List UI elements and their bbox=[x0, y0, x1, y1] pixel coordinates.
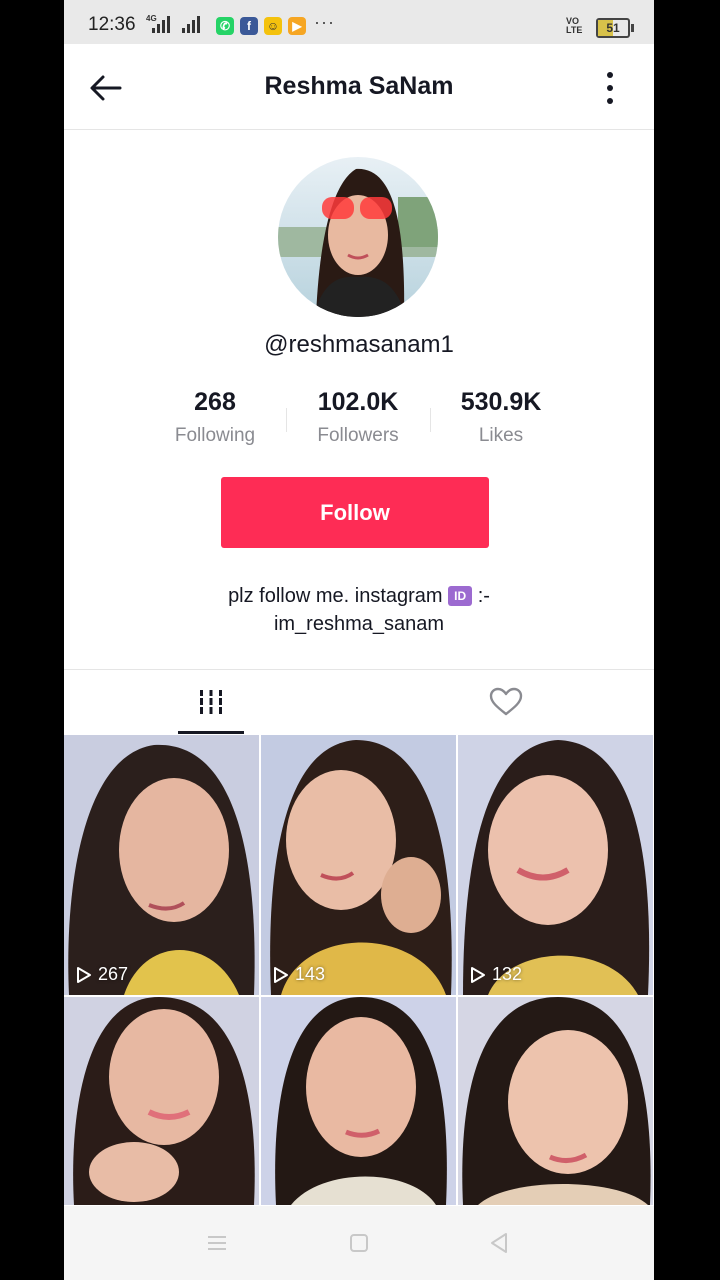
bio-suffix: :- bbox=[477, 585, 490, 607]
play-icon bbox=[274, 966, 288, 983]
stat-followers[interactable]: 102.0K Followers bbox=[288, 388, 428, 447]
followers-count: 102.0K bbox=[317, 388, 399, 416]
stat-following[interactable]: 268 Following bbox=[145, 388, 285, 447]
facebook-icon: f bbox=[240, 17, 258, 35]
app-screen: 12:36 4G ✆ f ☺ ▶ ··· VO LTE 51 Reshma Sa… bbox=[64, 0, 654, 1280]
page-title: Reshma SaNam bbox=[264, 72, 454, 100]
following-label: Following bbox=[174, 425, 256, 446]
volte-icon: VO LTE bbox=[566, 16, 583, 35]
view-count: 267 bbox=[76, 964, 128, 985]
profile-header: Reshma SaNam bbox=[64, 44, 654, 130]
id-emoji-icon: ID bbox=[448, 586, 473, 606]
back-triangle-icon[interactable] bbox=[487, 1231, 511, 1255]
battery-icon: 51 bbox=[596, 18, 634, 38]
profile-bio: plz follow me. instagram ID :- im_reshma… bbox=[64, 582, 654, 638]
likes-label: Likes bbox=[478, 425, 524, 446]
whatsapp-icon: ✆ bbox=[216, 17, 234, 35]
emoji-app-icon: ☺ bbox=[264, 17, 282, 35]
follow-button[interactable]: Follow bbox=[221, 477, 489, 548]
selected-tab-indicator bbox=[178, 731, 244, 734]
more-options-icon[interactable] bbox=[600, 70, 620, 106]
heart-icon bbox=[489, 687, 523, 716]
view-count: 132 bbox=[470, 964, 522, 985]
view-count: 143 bbox=[273, 964, 325, 985]
system-navigation-bar bbox=[64, 1206, 654, 1280]
following-count: 268 bbox=[194, 388, 236, 416]
profile-tabs bbox=[64, 669, 654, 734]
video-grid: 267 143 132 bbox=[64, 735, 654, 1205]
stat-likes[interactable]: 530.9K Likes bbox=[431, 388, 571, 447]
likes-count: 530.9K bbox=[460, 388, 542, 416]
battery-level: 51 bbox=[606, 21, 620, 35]
stat-divider bbox=[286, 408, 287, 432]
video-thumbnail[interactable] bbox=[64, 997, 259, 1205]
followers-label: Followers bbox=[317, 425, 399, 446]
bio-instagram-handle[interactable]: im_reshma_sanam bbox=[64, 610, 654, 638]
more-notifications-icon: ··· bbox=[314, 12, 335, 32]
profile-username: @reshmasanam1 bbox=[264, 331, 454, 358]
menu-icon[interactable] bbox=[206, 1232, 228, 1254]
notification-app-icon: ▶ bbox=[288, 17, 306, 35]
bio-text: plz follow me. instagram bbox=[228, 585, 443, 607]
video-thumbnail[interactable]: 143 bbox=[261, 735, 456, 995]
video-thumbnail[interactable] bbox=[458, 997, 653, 1205]
status-time: 12:36 bbox=[88, 14, 136, 35]
signal-strength-icon bbox=[152, 16, 170, 33]
tab-liked[interactable] bbox=[359, 670, 654, 734]
play-icon bbox=[77, 966, 91, 983]
home-icon[interactable] bbox=[348, 1232, 370, 1254]
video-thumbnail[interactable] bbox=[261, 997, 456, 1205]
video-thumbnail[interactable]: 132 bbox=[458, 735, 653, 995]
tab-videos[interactable] bbox=[64, 670, 359, 734]
video-grid-icon bbox=[197, 690, 225, 714]
signal-strength-icon-2 bbox=[182, 16, 200, 33]
play-icon bbox=[471, 966, 485, 983]
status-bar: 12:36 4G ✆ f ☺ ▶ ··· VO LTE 51 bbox=[64, 0, 654, 44]
avatar[interactable] bbox=[278, 157, 438, 317]
video-thumbnail[interactable]: 267 bbox=[64, 735, 259, 995]
